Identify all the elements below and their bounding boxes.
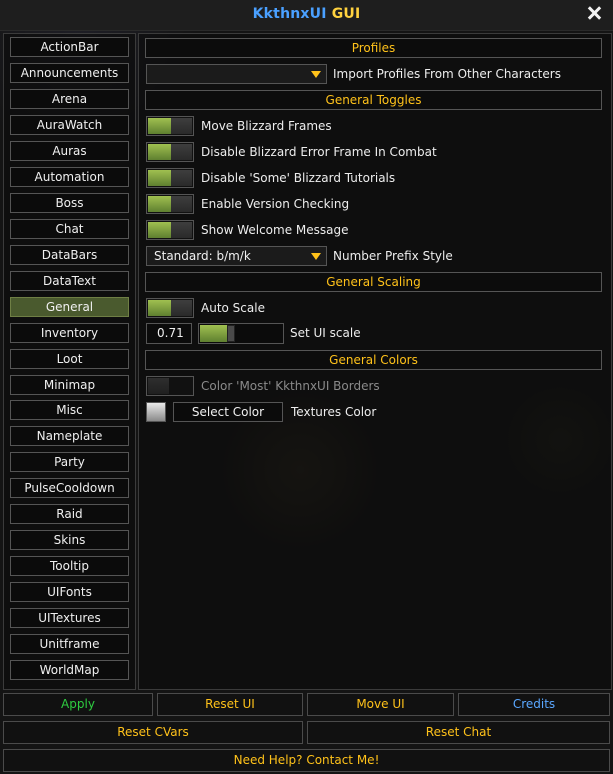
color-borders-label: Color 'Most' KkthnxUI Borders — [201, 379, 380, 393]
toggle-label-version-checking: Enable Version Checking — [201, 197, 350, 211]
sidebar-item-uifonts[interactable]: UIFonts — [10, 582, 129, 602]
toggle-knob — [171, 300, 192, 316]
sidebar-item-aurawatch[interactable]: AuraWatch — [10, 115, 129, 135]
toggle-knob — [148, 378, 169, 394]
section-header-profiles: Profiles — [145, 38, 602, 58]
toggle-move-blizzard-frames[interactable] — [146, 116, 194, 136]
sidebar-item-misc[interactable]: Misc — [10, 400, 129, 420]
auto-scale-label: Auto Scale — [201, 301, 265, 315]
import-profiles-label: Import Profiles From Other Characters — [333, 67, 561, 81]
textures-color-swatch[interactable] — [146, 402, 166, 422]
toggle-on-fill — [148, 170, 172, 186]
sidebar-item-worldmap[interactable]: WorldMap — [10, 660, 129, 680]
sidebar-item-auras[interactable]: Auras — [10, 141, 129, 161]
toggle-knob — [171, 196, 192, 212]
sidebar-item-actionbar[interactable]: ActionBar — [10, 37, 129, 57]
section-header-general-toggles: General Toggles — [145, 90, 602, 110]
window-title-kkthnxui: KkthnxUI — [252, 6, 327, 22]
ui-scale-input[interactable]: 0.71 — [146, 323, 192, 344]
toggle-disable-tutorials[interactable] — [146, 168, 194, 188]
sidebar-item-chat[interactable]: Chat — [10, 219, 129, 239]
window-title-gui: GUI — [331, 6, 361, 22]
move-ui-button[interactable]: Move UI — [307, 693, 454, 716]
toggle-knob — [171, 118, 192, 134]
reset-chat-button[interactable]: Reset Chat — [307, 721, 610, 744]
sidebar-item-raid[interactable]: Raid — [10, 504, 129, 524]
toggle-welcome-message[interactable] — [146, 220, 194, 240]
toggle-on-fill — [148, 222, 172, 238]
ui-scale-slider[interactable] — [198, 323, 284, 344]
title-bar: KkthnxUI GUI — [0, 0, 613, 31]
chevron-down-icon — [311, 253, 321, 260]
sidebar-item-arena[interactable]: Arena — [10, 89, 129, 109]
section-header-general-scaling: General Scaling — [145, 272, 602, 292]
toggle-knob — [171, 222, 192, 238]
import-profiles-dropdown[interactable] — [146, 64, 327, 84]
settings-panel: Profiles Import Profiles From Other Char… — [138, 33, 612, 690]
toggle-auto-scale[interactable] — [146, 298, 194, 318]
sidebar-item-databars[interactable]: DataBars — [10, 245, 129, 265]
sidebar-item-inventory[interactable]: Inventory — [10, 323, 129, 343]
sidebar-item-nameplate[interactable]: Nameplate — [10, 426, 129, 446]
credits-button[interactable]: Credits — [458, 693, 610, 716]
ui-scale-slider-thumb[interactable] — [227, 325, 235, 342]
sidebar-item-loot[interactable]: Loot — [10, 349, 129, 369]
textures-color-label: Textures Color — [291, 405, 377, 419]
sidebar-item-datatext[interactable]: DataText — [10, 271, 129, 291]
sidebar-item-general[interactable]: General — [10, 297, 129, 317]
sidebar-item-skins[interactable]: Skins — [10, 530, 129, 550]
ui-scale-label: Set UI scale — [290, 326, 361, 340]
sidebar-item-uitextures[interactable]: UITextures — [10, 608, 129, 628]
sidebar-item-announcements[interactable]: Announcements — [10, 63, 129, 83]
reset-ui-button[interactable]: Reset UI — [157, 693, 303, 716]
sidebar-item-unitframe[interactable]: Unitframe — [10, 634, 129, 654]
toggle-on-fill — [148, 196, 172, 212]
toggle-color-borders[interactable] — [146, 376, 194, 396]
help-contact-button[interactable]: Need Help? Contact Me! — [3, 749, 610, 772]
apply-button[interactable]: Apply — [3, 693, 153, 716]
sidebar-item-tooltip[interactable]: Tooltip — [10, 556, 129, 576]
toggle-on-fill — [148, 118, 172, 134]
toggle-label-disable-tutorials: Disable 'Some' Blizzard Tutorials — [201, 171, 396, 185]
sidebar-item-boss[interactable]: Boss — [10, 193, 129, 213]
select-color-button[interactable]: Select Color — [173, 402, 283, 422]
section-header-general-colors: General Colors — [145, 350, 602, 370]
toggle-version-checking[interactable] — [146, 194, 194, 214]
number-prefix-dropdown[interactable]: Standard: b/m/k — [146, 246, 327, 266]
sidebar-item-minimap[interactable]: Minimap — [10, 375, 129, 395]
window-title: KkthnxUI GUI — [0, 6, 613, 22]
sidebar-item-automation[interactable]: Automation — [10, 167, 129, 187]
reset-cvars-button[interactable]: Reset CVars — [3, 721, 303, 744]
toggle-knob — [171, 144, 192, 160]
sidebar-item-pulsecooldown[interactable]: PulseCooldown — [10, 478, 129, 498]
ui-scale-slider-fill — [200, 325, 230, 342]
toggle-label-welcome-message: Show Welcome Message — [201, 223, 349, 237]
number-prefix-value: Standard: b/m/k — [154, 249, 251, 263]
toggle-on-fill — [148, 300, 172, 316]
toggle-on-fill — [148, 144, 172, 160]
sidebar-item-party[interactable]: Party — [10, 452, 129, 472]
toggle-label-disable-error-frame: Disable Blizzard Error Frame In Combat — [201, 145, 437, 159]
toggle-disable-error-frame[interactable] — [146, 142, 194, 162]
toggle-label-move-blizzard-frames: Move Blizzard Frames — [201, 119, 332, 133]
chevron-down-icon — [311, 71, 321, 78]
toggle-knob — [171, 170, 192, 186]
close-icon[interactable] — [585, 4, 603, 22]
sidebar: ActionBar Announcements Arena AuraWatch … — [3, 33, 136, 690]
number-prefix-label: Number Prefix Style — [333, 249, 453, 263]
